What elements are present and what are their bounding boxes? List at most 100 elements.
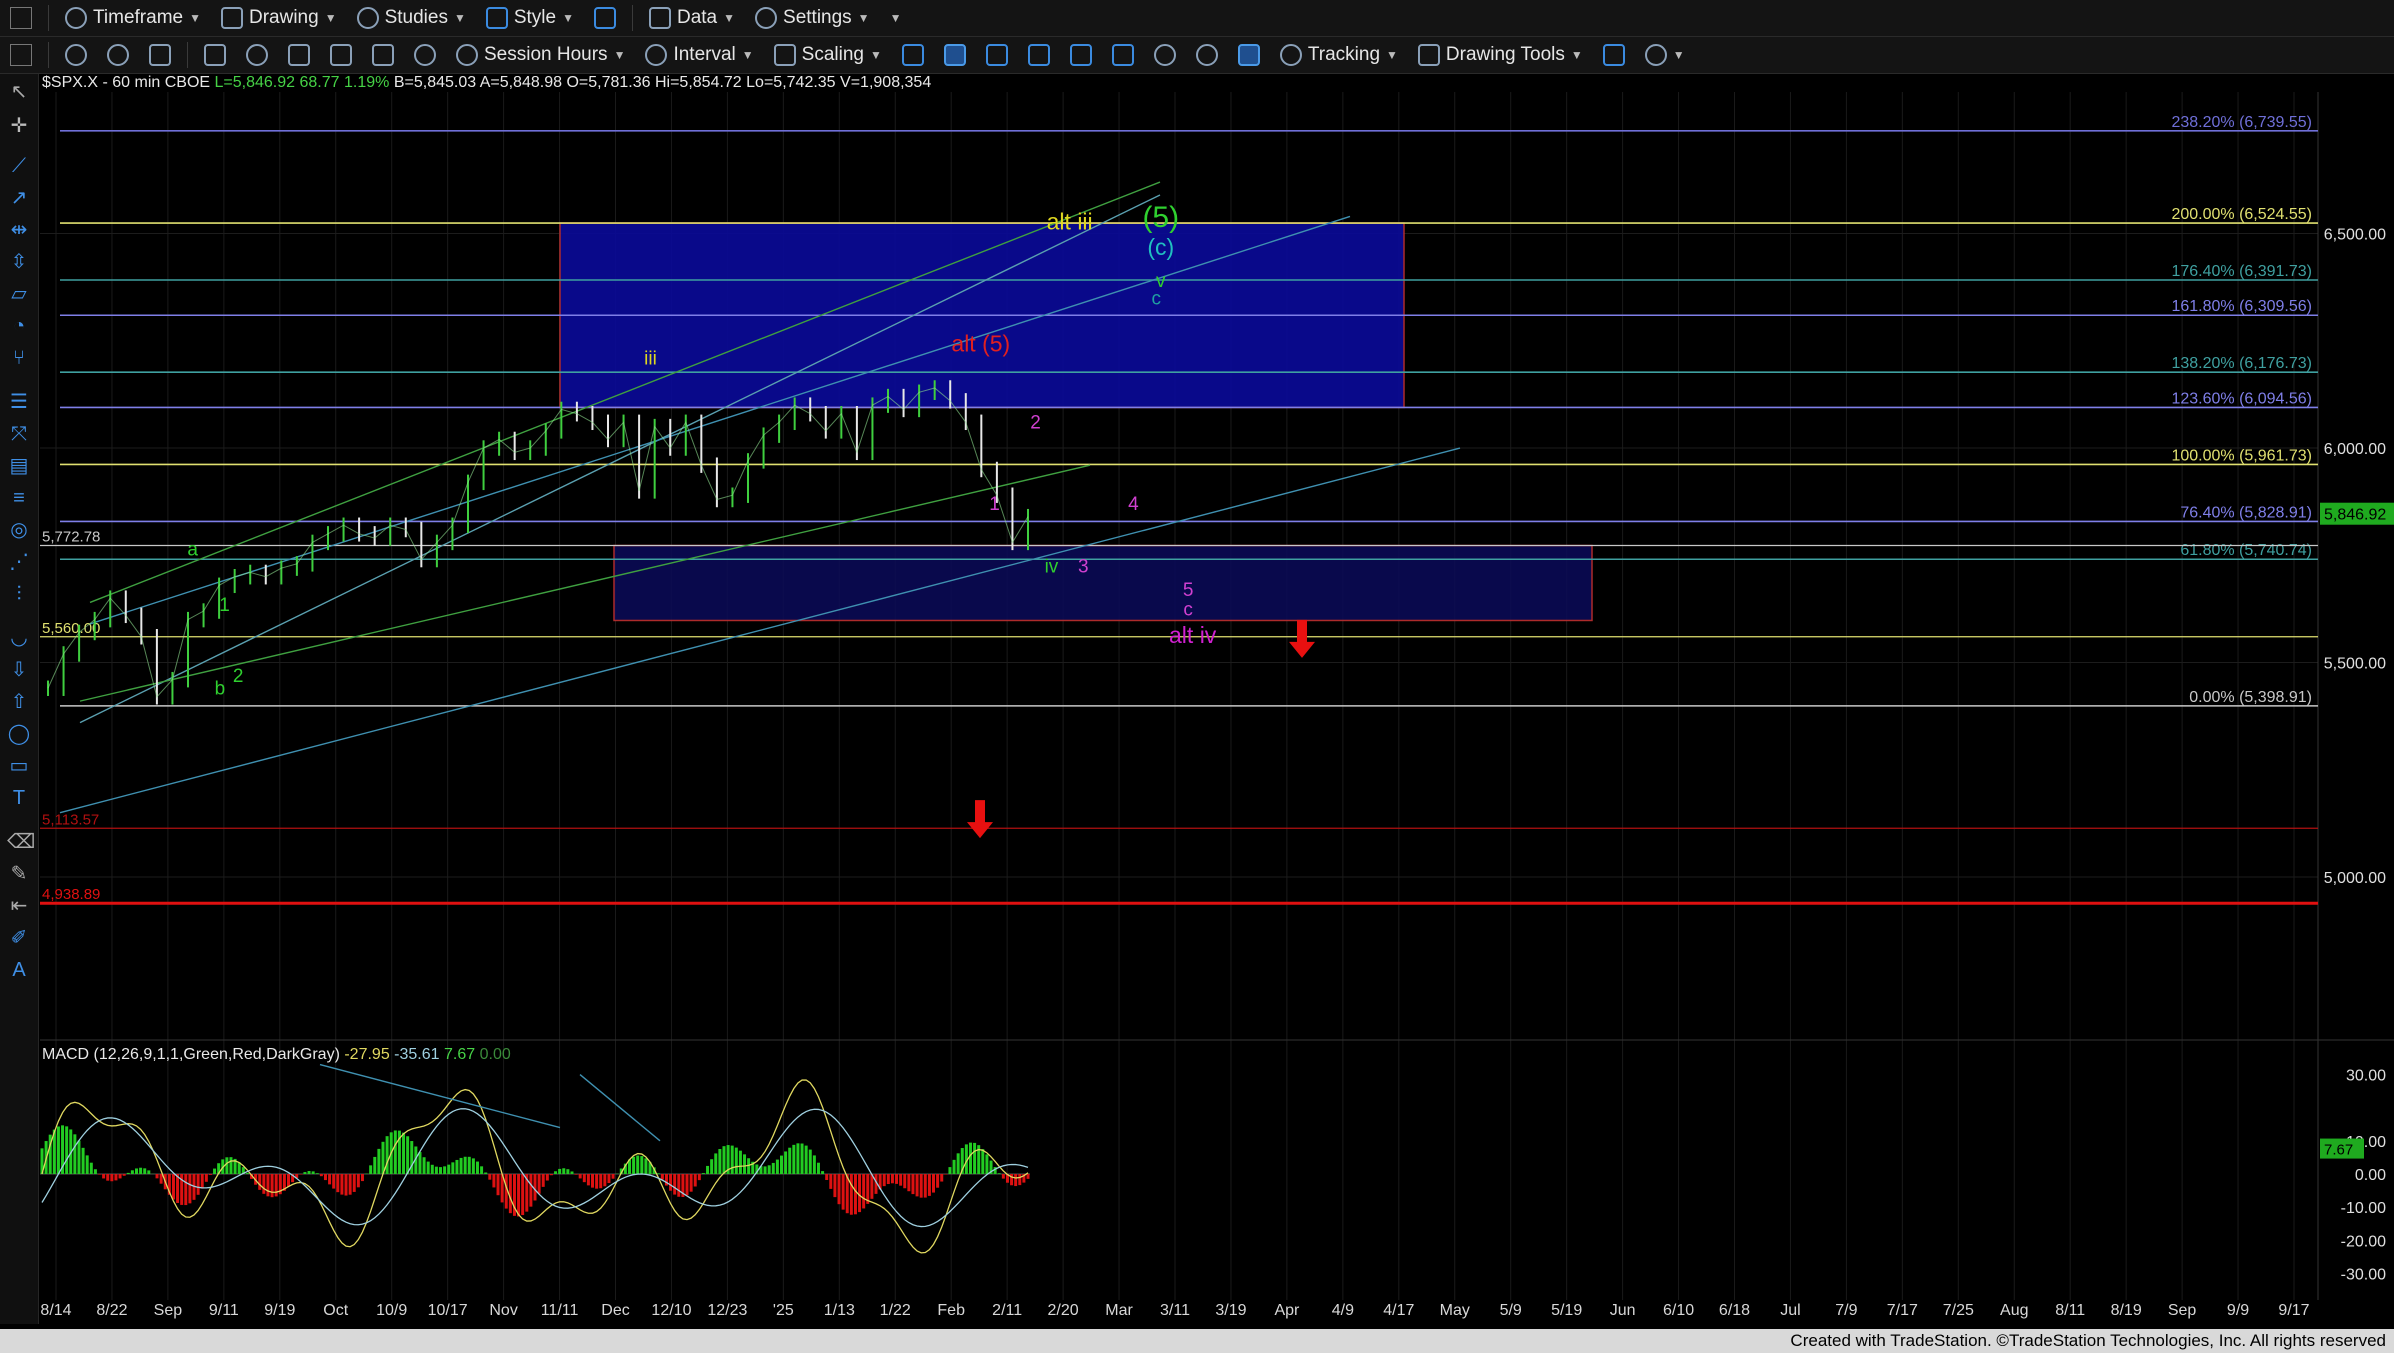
speed-lines-icon[interactable]: ⫶ (7, 582, 31, 606)
arc-icon[interactable]: ◡ (7, 626, 31, 650)
interval-menu[interactable]: Interval ▼ (635, 39, 763, 71)
x-tick-label: 10/17 (428, 1302, 468, 1319)
horizontal-line-icon[interactable]: ⇹ (7, 218, 31, 242)
delete-drawings-icon[interactable]: ✎ (7, 862, 31, 886)
settings-menu[interactable]: Settings ▼ (745, 2, 880, 34)
wave-label: c (1151, 288, 1161, 309)
bars-spacing-button[interactable] (1018, 39, 1060, 71)
wave-label: c (1183, 599, 1193, 620)
ellipse-icon[interactable]: ◯ (7, 722, 31, 746)
fib-level-label: 76.40% (5,828.91) (2180, 504, 2312, 521)
gann-icon[interactable]: ⋰ (7, 550, 31, 574)
layout-split-button[interactable] (1102, 39, 1144, 71)
window-icon (10, 44, 32, 66)
link-button-2[interactable] (97, 39, 139, 71)
save-button[interactable] (362, 39, 404, 71)
drawing-menu[interactable]: Drawing ▼ (211, 2, 347, 34)
net-change: 68.77 (299, 74, 340, 91)
table-button[interactable] (139, 39, 181, 71)
bars-compress-button[interactable] (1060, 39, 1102, 71)
rectangle-icon[interactable]: ▭ (7, 754, 31, 778)
layout-button[interactable] (584, 2, 626, 34)
arrow-up-icon[interactable]: ⇧ (7, 690, 31, 714)
print-button[interactable] (320, 39, 362, 71)
x-tick-label: Sep (154, 1302, 183, 1319)
timeframe-menu[interactable]: Timeframe ▼ (55, 2, 211, 34)
drawing-tools-label: Drawing Tools (1445, 44, 1565, 65)
data-menu[interactable]: Data ▼ (639, 2, 745, 34)
studies-menu[interactable]: Studies ▼ (347, 2, 476, 34)
screenshot-button[interactable] (278, 39, 320, 71)
vertical-line-icon[interactable]: ⇳ (7, 250, 31, 274)
wave-label: 4 (1128, 494, 1139, 515)
style-menu[interactable]: Style ▼ (476, 2, 584, 34)
chevron-down-icon: ▼ (324, 11, 337, 25)
arrow-down-icon[interactable]: ⇩ (7, 658, 31, 682)
search-icon (414, 44, 436, 66)
window-menu-button[interactable] (0, 2, 42, 34)
pct-change: 1.19% (344, 74, 390, 91)
text-format-icon[interactable]: A (7, 958, 31, 982)
drawing-settings-icon[interactable]: ✐ (7, 926, 31, 950)
drawing-toolbar: ↖ ✛ ⟋ ↗ ⇹ ⇳ ▱ ◔ ⑂ ☰ ⤧ ▤ ≡ ◎ ⋰ ⫶ ◡ ⇩ ⇧ ◯ … (0, 74, 39, 1324)
zoom-out-icon (1195, 44, 1218, 66)
export-button[interactable] (1593, 39, 1635, 71)
price-chart[interactable]: 8/14 8/22 Sep 9/11 9/19 Oct 10/9 10/17 Nov 11/11 D… (0, 0, 2394, 1329)
macd-divergence-line (579, 1073, 661, 1142)
eraser-icon[interactable]: ⌫ (7, 830, 35, 854)
symbol-lookup-button[interactable] (404, 39, 446, 71)
cycle-icon[interactable]: ◔ (7, 314, 31, 338)
support-level-label: 5,113.57 (42, 811, 99, 828)
x-tick-label: 8/19 (2111, 1302, 2142, 1319)
fib-time-icon[interactable]: ▤ (7, 454, 31, 478)
link-button[interactable] (55, 39, 97, 71)
pitchfork-icon[interactable]: ⑂ (7, 346, 31, 370)
zoom-out-button[interactable] (1186, 39, 1228, 71)
fib-arc-icon[interactable]: ◎ (7, 518, 31, 542)
session-hours-menu[interactable]: Session Hours ▼ (446, 39, 635, 71)
zoom-in-button[interactable] (1144, 39, 1186, 71)
main-toolbar: Timeframe ▼ Drawing ▼ Studies ▼ Style ▼ Data… (0, 0, 2394, 37)
chevron-down-icon: ▼ (1672, 48, 1685, 62)
snap-icon[interactable]: ⇤ (7, 894, 31, 918)
trendline-icon[interactable]: ⟋ (7, 154, 31, 178)
ray-icon[interactable]: ↗ (7, 186, 31, 210)
tracking-menu[interactable]: Tracking ▼ (1270, 39, 1408, 71)
x-tick-label: 1/22 (880, 1302, 911, 1319)
ask-price: A=5,848.98 (479, 74, 562, 91)
x-tick-label: 12/23 (707, 1302, 747, 1319)
chart-analysis-button[interactable] (194, 39, 236, 71)
wave-label: 1 (219, 595, 230, 616)
grid-icon (1237, 44, 1260, 66)
x-tick-label: 8/14 (40, 1302, 71, 1319)
crosshair-icon[interactable]: ✛ (7, 114, 31, 138)
studies-icon (356, 7, 379, 29)
x-tick-label: 3/11 (1160, 1302, 1190, 1319)
candlestick-icon (943, 44, 966, 66)
toolbar-overflow[interactable]: ▼ (880, 2, 912, 34)
drawing-tools-menu[interactable]: Drawing Tools ▼ (1408, 39, 1593, 71)
style-label: Style (513, 7, 557, 28)
open-price: O=5,781.36 (566, 74, 651, 91)
bar-type-button[interactable] (892, 39, 934, 71)
candle-type-button[interactable] (934, 39, 976, 71)
scaling-menu[interactable]: Scaling ▼ (764, 39, 892, 71)
wave-label: a (187, 539, 198, 560)
x-tick-label: Nov (489, 1302, 517, 1319)
window-menu-button-2[interactable] (0, 39, 42, 71)
chat-menu[interactable]: ▼ (1635, 39, 1695, 71)
symbol-info-bar: $SPX.X - 60 min CBOE L=5,846.92 68.77 1.… (42, 74, 931, 92)
channel-icon[interactable]: ▱ (7, 282, 31, 306)
text-icon[interactable]: T (7, 786, 31, 810)
lock-button[interactable] (236, 39, 278, 71)
fib-fan-icon[interactable]: ≡ (7, 486, 31, 510)
lock-icon (246, 44, 268, 66)
grid-button[interactable] (1228, 39, 1270, 71)
fib-level-label: 100.00% (5,961.73) (2171, 447, 2312, 464)
fib-retracement-icon[interactable]: ☰ (7, 390, 31, 414)
fib-extension-icon[interactable]: ⤧ (7, 422, 31, 446)
x-tick-label: Apr (1274, 1302, 1300, 1319)
hollow-candle-button[interactable] (976, 39, 1018, 71)
pointer-icon[interactable]: ↖ (7, 80, 31, 104)
session-hours-label: Session Hours (484, 44, 608, 65)
